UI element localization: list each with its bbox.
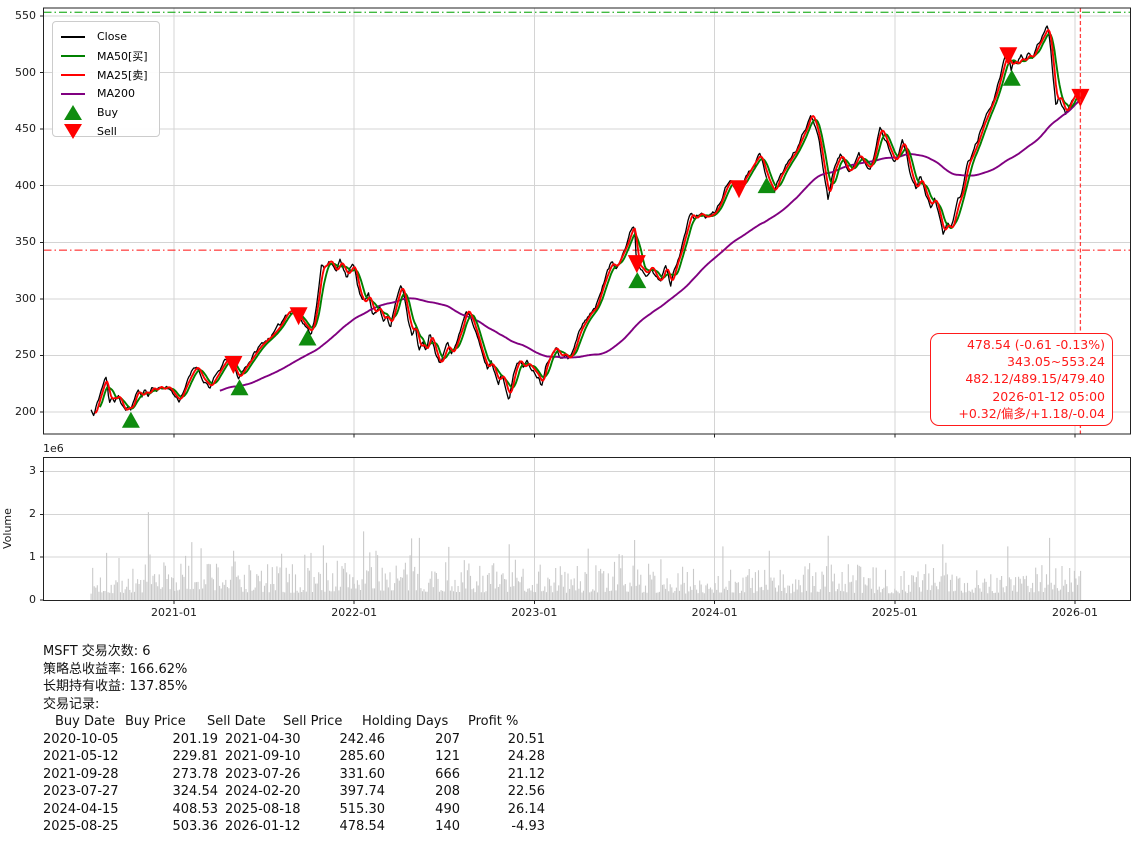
trading-backtest-page: Close MA50[买] MA25[卖] MA200 Buy Sell 478.54 (…: [0, 0, 1139, 849]
annotation-line: 482.12/489.15/479.40: [965, 371, 1105, 387]
price-tick-label: 300: [15, 291, 36, 305]
price-annotation-box: 478.54 (-0.61 -0.13%) 343.05~553.24 482.12…: [930, 333, 1113, 427]
annotation-line: 343.05~553.24: [1007, 354, 1105, 370]
trade-row: 2021-09-28 273.78 2023-07-26 331.60 666 21.12: [43, 767, 563, 784]
buy-markers: [121, 69, 1021, 428]
volume-tick-label: 1: [29, 550, 36, 564]
trade-cell: 285.60: [339, 749, 386, 764]
line-glyph: [61, 35, 85, 38]
legend-item: Sell: [61, 122, 159, 141]
volume-tick-label: 0: [29, 593, 36, 606]
trade-row: 2024-04-15 408.53 2025-08-18 515.30 490 26.14: [43, 802, 563, 819]
legend-label: Buy: [97, 106, 119, 119]
date-tick-label: 2025-01: [871, 606, 918, 619]
trade-header-cell: Sell Price: [283, 714, 343, 729]
legend-label: MA50[买]: [97, 49, 148, 63]
legend-label: MA200: [97, 87, 136, 100]
trade-cell: 26.14: [507, 801, 545, 817]
line-swatch-icon: [61, 35, 85, 38]
date-tick-label: 2021-01: [151, 606, 197, 619]
legend-label: MA25[卖]: [97, 68, 148, 82]
trade-cell: 503.36: [172, 819, 219, 834]
line-swatch-icon: [61, 92, 85, 95]
trade-cell: 331.60: [339, 766, 386, 782]
trade-row: 2020-10-05 201.19 2021-04-30 242.46 207 20.51: [43, 732, 563, 749]
price-tick-label: 400: [15, 178, 36, 192]
trade-cell: 408.53: [172, 801, 219, 817]
legend-item: Close: [61, 27, 159, 46]
trade-cell: 21.12: [507, 766, 545, 782]
trade-cell: 229.81: [172, 749, 219, 764]
price-tick-label: 200: [15, 405, 36, 418]
summary-line: 长期持有收益: 137.85%: [43, 679, 188, 695]
trade-cell: 324.54: [172, 784, 219, 799]
trade-cell: 490: [435, 801, 460, 817]
trade-cell: -4.93: [511, 819, 545, 834]
line-glyph: [61, 92, 85, 95]
summary-line: 策略总收益率: 166.62%: [43, 661, 188, 677]
trade-cell: 22.56: [507, 784, 545, 799]
tri-down-glyph: [64, 124, 82, 139]
date-tick-label: 2026-01: [1052, 606, 1098, 619]
buy-triangle-icon: [61, 105, 85, 120]
summary-line: MSFT 交易次数: 6: [43, 644, 151, 659]
volume-multiplier-label: 1e6: [43, 442, 64, 455]
trade-cell: 20.51: [507, 731, 545, 747]
trade-row: 2025-08-25 503.36 2026-01-12 478.54 140 -4.93: [43, 819, 563, 836]
sell-triangle-icon: [61, 124, 85, 139]
trade-cell: 140: [435, 819, 460, 834]
trade-cell: 208: [435, 784, 460, 799]
trade-table-header: Buy Date Buy Price Sell Date Sell Price Hold…: [43, 714, 563, 731]
price-tick-label: 350: [15, 235, 36, 249]
date-tick-label: 2023-01: [511, 606, 558, 619]
volume-tick-label: 2: [29, 507, 36, 521]
trade-cell: 515.30: [339, 801, 386, 817]
volume-tick-label: 3: [29, 464, 36, 478]
trade-cell: 397.74: [339, 784, 386, 799]
trade-header-cell: Profit %: [468, 714, 519, 729]
legend-label: Close: [97, 30, 127, 43]
trade-cell: 242.46: [339, 731, 386, 747]
trade-header-cell: Buy Price: [125, 714, 186, 729]
annotation-line: 478.54 (-0.61 -0.13%): [966, 337, 1105, 352]
trade-header-cell: Buy Date: [55, 714, 116, 729]
trade-cell: 24.28: [507, 749, 545, 764]
line-swatch-icon: [61, 73, 85, 76]
summary-line: 交易记录:: [43, 696, 100, 712]
trade-row: 2023-07-27 324.54 2024-02-20 397.74 208 22.56: [43, 784, 563, 801]
tri-up-glyph: [64, 105, 82, 120]
price-tick-label: 500: [15, 65, 36, 79]
trade-header-cell: Holding Days: [362, 714, 449, 729]
line-swatch-icon: [61, 54, 85, 57]
legend-item: MA200: [61, 84, 159, 103]
line-glyph: [61, 73, 85, 76]
trade-cell: 201.19: [172, 731, 219, 747]
price-tick-label: 250: [15, 348, 36, 362]
chart-legend: Close MA50[买] MA25[卖] MA200 Buy Sell: [52, 21, 160, 139]
volume-axis-label: Volume: [1, 508, 14, 550]
volume-bars: [90, 512, 1082, 600]
trade-cell: 121: [435, 749, 460, 764]
trade-header-cell: Sell Date: [207, 714, 266, 729]
chart-canvas[interactable]: [0, 0, 1139, 620]
annotation-line: +0.32/偏多/+1.18/-0.04: [958, 405, 1105, 421]
legend-label: Sell: [97, 125, 117, 138]
trade-cell: 666: [435, 766, 460, 782]
trade-cell: 273.78: [172, 766, 219, 782]
backtest-summary: MSFT 交易次数: 6 策略总收益率: 166.62% 长期持有收益: 137.8…: [43, 643, 187, 713]
trade-cell: 207: [435, 731, 460, 747]
legend-item: Buy: [61, 103, 159, 122]
date-tick-label: 2024-01: [691, 606, 738, 619]
date-tick-label: 2022-01: [331, 606, 378, 619]
legend-item: MA25[卖]: [61, 65, 159, 84]
price-tick-label: 450: [15, 122, 36, 136]
legend-item: MA50[买]: [61, 46, 159, 65]
price-tick-label: 550: [15, 9, 36, 22]
trade-cell: 478.54: [339, 819, 386, 834]
annotation-line: 2026-01-12 05:00: [992, 388, 1105, 404]
gridlines: [43, 8, 1131, 601]
trade-row: 2021-05-12 229.81 2021-09-10 285.60 121 24.28: [43, 749, 563, 766]
line-glyph: [61, 54, 85, 57]
